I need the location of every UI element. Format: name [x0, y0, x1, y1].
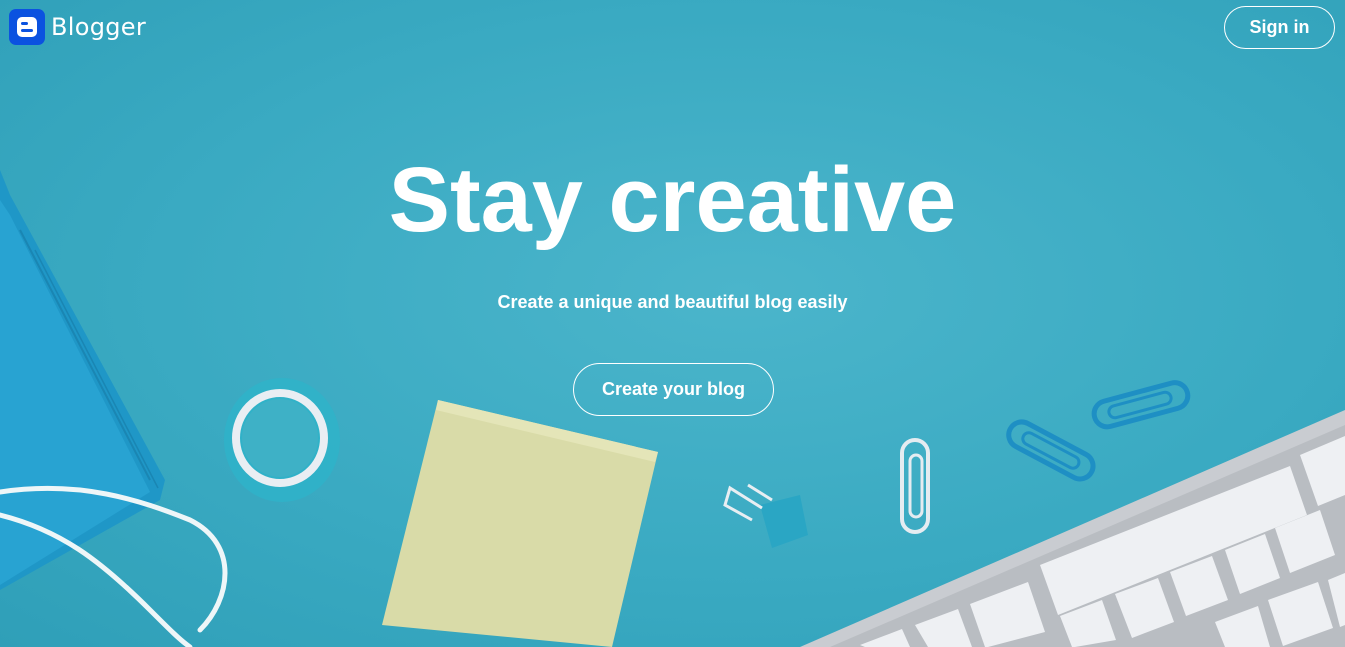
tape-roll-illustration — [224, 378, 340, 502]
create-blog-button[interactable]: Create your blog — [573, 363, 774, 416]
binder-clip-illustration — [723, 483, 808, 548]
blogger-logo-icon — [9, 9, 45, 45]
hero-headline: Stay creative — [388, 149, 957, 251]
sign-in-button[interactable]: Sign in — [1224, 6, 1335, 49]
sticky-notes-illustration — [382, 400, 658, 647]
desk-scene-illustration — [0, 170, 1345, 647]
blogger-logo[interactable]: Blogger — [9, 9, 146, 45]
site-header: Blogger Sign in — [0, 0, 1345, 56]
hero-subheadline: Create a unique and beautiful blog easil… — [497, 292, 848, 312]
brand-name: Blogger — [51, 13, 147, 41]
